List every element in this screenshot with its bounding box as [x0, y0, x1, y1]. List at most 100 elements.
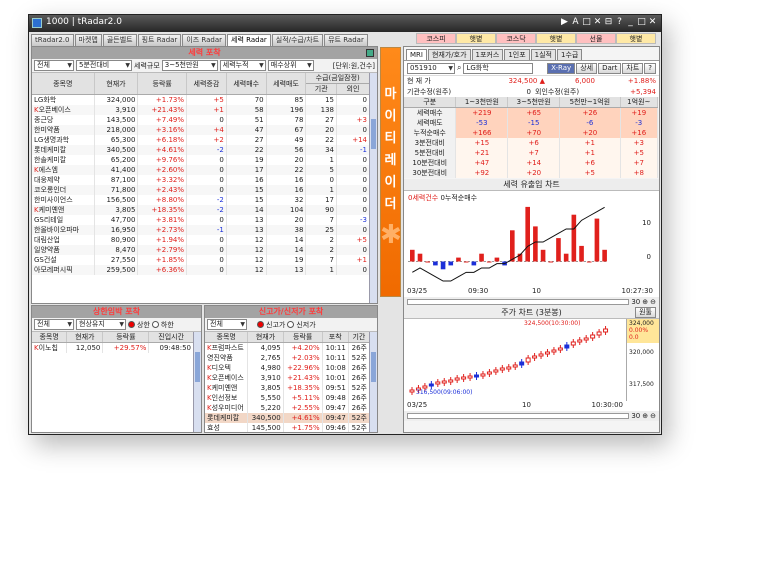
- index-cell[interactable]: 햇볕: [456, 33, 496, 44]
- stock-action-button[interactable]: 차트: [622, 62, 644, 74]
- col-foreign[interactable]: 외인: [336, 83, 371, 95]
- cumulative-select[interactable]: 세력누적: [219, 60, 266, 71]
- table-row[interactable]: K케미옌앤 3,805 +18.35% -2 14 104 90 0: [32, 205, 371, 215]
- table-row[interactable]: K오픈베이스 3,910 +21.43% +1 58 196 138 0: [32, 105, 371, 115]
- tab-5[interactable]: 세력 Radar: [227, 34, 271, 46]
- font-icon[interactable]: A: [571, 17, 580, 27]
- table-row[interactable]: K에스엠 41,400 +2.60% 0 17 22 5 0: [32, 165, 371, 175]
- col-name[interactable]: 종목명: [205, 332, 249, 343]
- table-row[interactable]: 효성 145,500 +1.75% 09:46 52주: [205, 423, 371, 432]
- table-row[interactable]: 코오롱인더 71,800 +2.43% 0 15 16 1 0: [32, 185, 371, 195]
- stock-code-input[interactable]: 051910: [407, 62, 455, 74]
- table-row[interactable]: 아모레퍼시픽 259,500 +6.36% 0 12 13 1 0: [32, 265, 371, 275]
- high-scrollbar[interactable]: [369, 332, 377, 432]
- table-row[interactable]: LG화학 324,000 +1.73% +5 70 85 15 0: [32, 94, 371, 105]
- zoom-value[interactable]: 30: [631, 298, 640, 306]
- new-high-radio[interactable]: 신고가: [257, 320, 285, 330]
- table-row[interactable]: GS건설 27,550 +1.85% 0 12 19 7 +1: [32, 255, 371, 265]
- col-inst[interactable]: 기관: [305, 83, 337, 95]
- tab-4[interactable]: 이즈 Radar: [182, 34, 227, 46]
- table-row[interactable]: 한올바이오파마 16,950 +2.73% -1 13 38 25 0: [32, 225, 371, 235]
- zoom-value[interactable]: 30: [631, 412, 640, 420]
- tab-7[interactable]: 뮤트 Radar: [324, 34, 368, 46]
- col-time[interactable]: 진입시간: [148, 332, 194, 343]
- col-name[interactable]: 종목명: [32, 332, 68, 343]
- index-cell[interactable]: 코스피: [416, 33, 456, 44]
- minimize-icon[interactable]: _: [626, 17, 635, 27]
- zoom-out-icon[interactable]: ⊖: [650, 298, 656, 306]
- table-row[interactable]: 롯데케미칼 340,500 +4.61% 09:47 52주: [205, 413, 371, 423]
- table-row[interactable]: 종근당 143,500 +7.49% 0 51 78 27 +3: [32, 115, 371, 125]
- col-change[interactable]: 세력증감: [186, 73, 227, 95]
- market-select[interactable]: 전체: [207, 319, 247, 330]
- col-rate[interactable]: 등락률: [102, 332, 150, 343]
- tool-button[interactable]: 원툴: [635, 307, 656, 318]
- table-row[interactable]: K이노칩 12,050 +29.57% 09:48:50: [32, 342, 194, 353]
- settings-icon[interactable]: [366, 49, 374, 57]
- index-cell[interactable]: 코스닥: [496, 33, 536, 44]
- table-row[interactable]: 한미사이언스 156,500 +8.80% -2 15 32 17 0: [32, 195, 371, 205]
- mri-tab-3[interactable]: 1인포: [504, 49, 530, 60]
- col-price[interactable]: 현재가: [66, 332, 104, 343]
- col-sell[interactable]: 세력매도: [266, 73, 307, 95]
- col-rate[interactable]: 등락률: [137, 73, 188, 95]
- compare-select[interactable]: 5분전대비: [76, 60, 132, 71]
- table-row[interactable]: K인선정보 5,550 +5.11% 09:48 26주: [205, 393, 371, 403]
- price-scroll-track[interactable]: [407, 413, 630, 419]
- table-row[interactable]: K케미옌앤 3,805 +18.35% 09:51 52주: [205, 383, 371, 393]
- market-select[interactable]: 전체: [34, 319, 74, 330]
- tab-6[interactable]: 실적/수급/차트: [271, 34, 324, 46]
- table-row[interactable]: K프럼파스트 4,095 +4.20% 10:11 26주: [205, 342, 371, 353]
- size-select[interactable]: 3~5천만원: [161, 60, 218, 71]
- tab-3[interactable]: 핑트 Radar: [137, 34, 182, 46]
- split-icon[interactable]: ⊟: [604, 17, 613, 27]
- table-row[interactable]: K디오텍 4,980 +22.96% 10:08 26주: [205, 363, 371, 373]
- mri-tab-4[interactable]: 1실적: [530, 49, 556, 60]
- table-row[interactable]: 대림산업 80,900 +1.94% 0 12 14 2 +5: [32, 235, 371, 245]
- window-icon[interactable]: □: [582, 17, 591, 27]
- table-row[interactable]: GS리테일 47,700 +3.81% 0 13 20 7 -3: [32, 215, 371, 225]
- lower-radio[interactable]: 하한: [151, 320, 174, 330]
- col-price[interactable]: 현재가: [94, 73, 139, 95]
- mri-tab-1[interactable]: 현재가/호가: [427, 49, 471, 60]
- table-row[interactable]: K성우미디어 5,220 +2.55% 09:47 26주: [205, 403, 371, 413]
- zoom-out-icon[interactable]: ⊖: [650, 412, 656, 420]
- upper-radio[interactable]: 상한: [128, 320, 150, 330]
- mri-tab-0[interactable]: MRI: [406, 49, 427, 60]
- play-icon[interactable]: ▶: [560, 17, 569, 27]
- tab-2[interactable]: 골든벨트: [102, 34, 137, 46]
- market-select[interactable]: 전체: [34, 60, 74, 71]
- table-row[interactable]: LG생명과학 65,300 +6.18% +2 27 49 22 +14: [32, 135, 371, 145]
- col-period[interactable]: 기간: [348, 332, 371, 343]
- mri-tab-5[interactable]: 1수급: [557, 49, 583, 60]
- zoom-in-icon[interactable]: ⊕: [642, 298, 648, 306]
- index-cell[interactable]: 선물: [576, 33, 616, 44]
- force-scroll-track[interactable]: [407, 299, 630, 305]
- stock-action-button[interactable]: Dart: [598, 62, 622, 74]
- help-icon[interactable]: ?: [615, 17, 624, 27]
- new-low-radio[interactable]: 신저가: [287, 320, 316, 330]
- mri-tab-2[interactable]: 1포커스: [471, 49, 504, 60]
- tab-1[interactable]: 마켓맵: [74, 34, 102, 46]
- col-buy[interactable]: 세력매수: [226, 73, 267, 95]
- table-row[interactable]: 대웅제약 87,100 +3.32% 0 16 16 0 0: [32, 175, 371, 185]
- search-icon[interactable]: ⌕: [457, 63, 461, 73]
- table-row[interactable]: K오픈베이스 3,910 +21.43% 10:01 26주: [205, 373, 371, 383]
- col-name[interactable]: 종목명: [32, 73, 95, 95]
- table-row[interactable]: 일양약품 8,470 +2.79% 0 12 14 2 0: [32, 245, 371, 255]
- stock-action-button[interactable]: ?: [644, 62, 656, 74]
- tab-0[interactable]: tRadar2.0: [31, 34, 74, 46]
- index-cell[interactable]: 햇볕: [536, 33, 576, 44]
- upper-scrollbar[interactable]: [193, 332, 201, 432]
- stock-action-button[interactable]: X-Ray: [547, 62, 576, 74]
- mode-select[interactable]: 현상유지: [76, 319, 126, 330]
- force-scrollbar[interactable]: [369, 73, 377, 303]
- zoom-in-icon[interactable]: ⊕: [642, 412, 648, 420]
- col-time[interactable]: 포착: [322, 332, 349, 343]
- table-row[interactable]: 한솔케미칼 65,200 +9.76% 0 19 20 1 0: [32, 155, 371, 165]
- close-panel-icon[interactable]: ✕: [593, 17, 602, 27]
- rank-select[interactable]: 매수상위: [267, 60, 314, 71]
- table-row[interactable]: 한미약품 218,000 +3.16% +4 47 67 20 0: [32, 125, 371, 135]
- maximize-icon[interactable]: □: [637, 17, 646, 27]
- col-price[interactable]: 현재가: [247, 332, 284, 343]
